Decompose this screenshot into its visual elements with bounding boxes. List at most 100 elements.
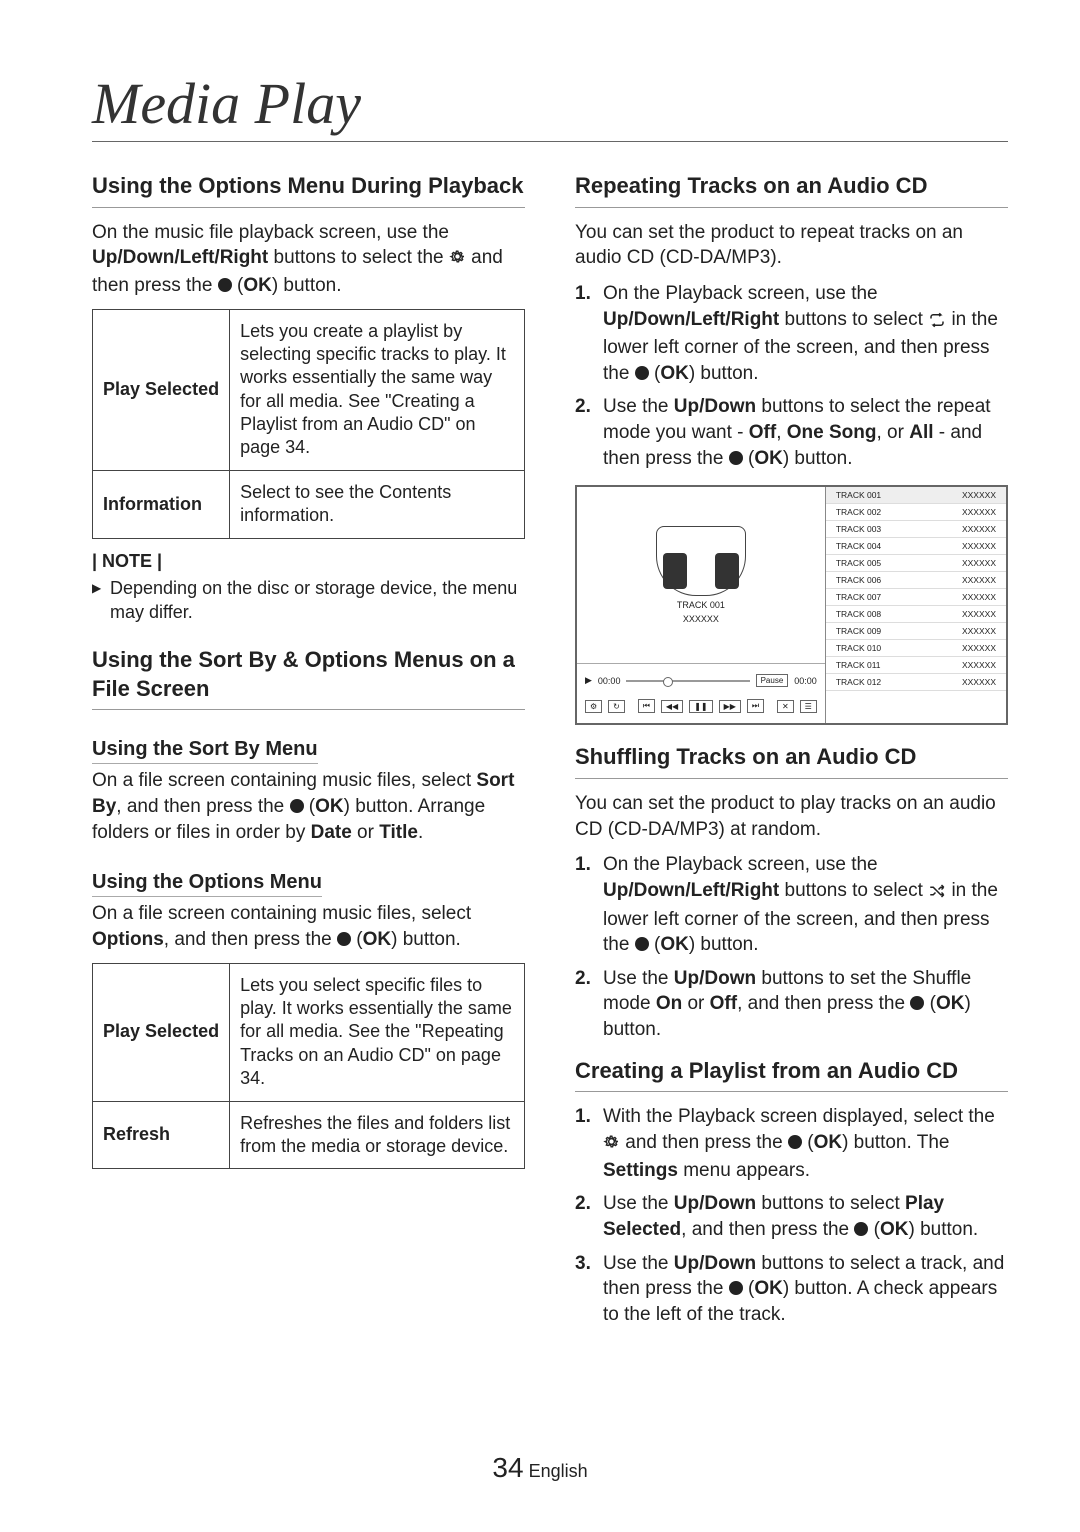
- track-value: XXXXXX: [962, 677, 996, 687]
- track-row: TRACK 002XXXXXX: [826, 504, 1006, 521]
- list-icon: ☰: [800, 700, 817, 713]
- subsection-heading: Using the Sort By Menu: [92, 738, 318, 764]
- page-number: 34: [492, 1452, 523, 1483]
- track-value: XXXXXX: [962, 575, 996, 585]
- step-item: 2. Use the Up/Down buttons to select the…: [575, 394, 1008, 471]
- pause-icon: ❚❚: [689, 700, 712, 713]
- progress-bar: [626, 680, 749, 682]
- screenshot-left-pane: TRACK 001 XXXXXX ▶ 00:00 Pause 00:00 ⚙: [577, 487, 826, 723]
- page-footer: 34 English: [0, 1452, 1080, 1484]
- ok-circle-icon: [290, 799, 304, 813]
- track-row: TRACK 003 XXXXXX: [826, 521, 1006, 538]
- table-cell-desc: Lets you create a playlist by selecting …: [230, 309, 525, 470]
- ok-circle-icon: [337, 932, 351, 946]
- repeat-icon: [928, 310, 946, 336]
- two-column-layout: Using the Options Menu During Playback O…: [92, 166, 1008, 1341]
- track-name: TRACK 003: [836, 524, 881, 534]
- time-elapsed: 00:00: [598, 676, 621, 686]
- shuffle-icon: [928, 881, 946, 907]
- play-icon: ▶: [585, 675, 592, 686]
- track-name: TRACK 010: [836, 643, 881, 653]
- section-body: On the music file playback screen, use t…: [92, 220, 525, 299]
- track-row: TRACK 001 XXXXXX: [826, 487, 1006, 504]
- ok-circle-icon: [635, 366, 649, 380]
- track-name: TRACK 004: [836, 541, 881, 551]
- step-item: 3. Use the Up/Down buttons to select a t…: [575, 1251, 1008, 1328]
- screenshot-controls: ▶ 00:00 Pause 00:00 ⚙ ↻ ⏮ ◀◀ ❚❚: [577, 663, 825, 723]
- track-name: TRACK 009: [836, 626, 881, 636]
- table-cell-desc: Lets you select specific files to play. …: [230, 963, 525, 1101]
- track-row: TRACK 009XXXXXX: [826, 623, 1006, 640]
- prev-icon: ⏮: [638, 699, 655, 713]
- track-value: XXXXXX: [962, 609, 996, 619]
- pause-button: Pause: [756, 674, 789, 687]
- heading-rule: [575, 207, 1008, 208]
- step-list: 1. On the Playback screen, use the Up/Do…: [575, 852, 1008, 1042]
- gear-icon: [603, 1132, 620, 1158]
- ok-circle-icon: [218, 278, 232, 292]
- ok-circle-icon: [729, 1281, 743, 1295]
- track-row: TRACK 004 XXXXXX: [826, 538, 1006, 555]
- left-column: Using the Options Menu During Playback O…: [92, 166, 525, 1341]
- gear-icon: ⚙: [585, 700, 602, 713]
- next-icon: ⏭: [747, 699, 764, 713]
- track-row: TRACK 012 XXXXXX: [826, 674, 1006, 691]
- subsection-body: On a file screen containing music files,…: [92, 901, 525, 952]
- track-name: TRACK 008: [836, 609, 881, 619]
- options-table-1: Play Selected Lets you create a playlist…: [92, 309, 525, 539]
- section-heading: Using the Sort By & Options Menus on a F…: [92, 646, 525, 703]
- track-name: TRACK 005: [836, 558, 881, 568]
- track-row: TRACK 005 XXXXXX: [826, 555, 1006, 572]
- headphones-icon: [656, 526, 746, 596]
- right-column: Repeating Tracks on an Audio CD You can …: [575, 166, 1008, 1341]
- ok-circle-icon: [729, 451, 743, 465]
- ok-circle-icon: [910, 996, 924, 1010]
- track-row: TRACK 007 XXXXXX: [826, 589, 1006, 606]
- track-value: XXXXXX: [962, 643, 996, 653]
- note-heading: | NOTE |: [92, 551, 525, 572]
- track-row: TRACK 006 XXXXXX: [826, 572, 1006, 589]
- table-cell-desc: Select to see the Contents information.: [230, 470, 525, 538]
- track-row: TRACK 011 XXXXXX: [826, 657, 1006, 674]
- track-name: TRACK 001: [836, 490, 881, 500]
- track-value: XXXXXX: [962, 592, 996, 602]
- now-playing-track: TRACK 001: [677, 600, 725, 610]
- page: Media Play Using the Options Menu During…: [0, 0, 1080, 1532]
- now-playing-sub: XXXXXX: [683, 614, 719, 624]
- section-heading: Using the Options Menu During Playback: [92, 172, 525, 201]
- track-value: XXXXXX: [962, 490, 996, 500]
- screenshot-tracklist: TRACK 001XXXXXXTRACK 002XXXXXXTRACK 003X…: [826, 487, 1006, 723]
- table-row: Play Selected Lets you select specific f…: [93, 963, 525, 1101]
- table-cell-label: Play Selected: [93, 963, 230, 1101]
- playback-screenshot: TRACK 001 XXXXXX ▶ 00:00 Pause 00:00 ⚙: [575, 485, 1008, 725]
- step-list: 1. With the Playback screen displayed, s…: [575, 1104, 1008, 1327]
- subsection-heading: Using the Options Menu: [92, 871, 322, 897]
- album-art-area: TRACK 001 XXXXXX: [577, 487, 825, 663]
- track-value: XXXXXX: [962, 507, 996, 517]
- track-row: TRACK 010 XXXXXX: [826, 640, 1006, 657]
- table-cell-desc: Refreshes the files and folders list fro…: [230, 1101, 525, 1169]
- track-name: TRACK 007: [836, 592, 881, 602]
- track-name: TRACK 006: [836, 575, 881, 585]
- track-name: TRACK 012: [836, 677, 881, 687]
- track-value: XXXXXX: [962, 660, 996, 670]
- section-intro: You can set the product to play tracks o…: [575, 791, 1008, 842]
- track-value: XXXXXX: [962, 558, 996, 568]
- page-title: Media Play: [92, 70, 1008, 142]
- shuffle-icon: ✕: [777, 700, 794, 713]
- step-item: 2. Use the Up/Down buttons to select Pla…: [575, 1191, 1008, 1242]
- table-cell-label: Play Selected: [93, 309, 230, 470]
- track-name: TRACK 011: [836, 660, 881, 670]
- track-row: TRACK 008 XXXXXX: [826, 606, 1006, 623]
- step-list: 1. On the Playback screen, use the Up/Do…: [575, 281, 1008, 471]
- table-row: Refresh Refreshes the files and folders …: [93, 1101, 525, 1169]
- track-value: XXXXXX: [962, 524, 996, 534]
- ok-circle-icon: [635, 937, 649, 951]
- heading-rule: [92, 709, 525, 710]
- section-heading: Repeating Tracks on an Audio CD: [575, 172, 1008, 201]
- table-cell-label: Information: [93, 470, 230, 538]
- step-item: 2. Use the Up/Down buttons to set the Sh…: [575, 966, 1008, 1043]
- ok-circle-icon: [788, 1135, 802, 1149]
- track-value: XXXXXX: [962, 541, 996, 551]
- time-total: 00:00: [794, 676, 817, 686]
